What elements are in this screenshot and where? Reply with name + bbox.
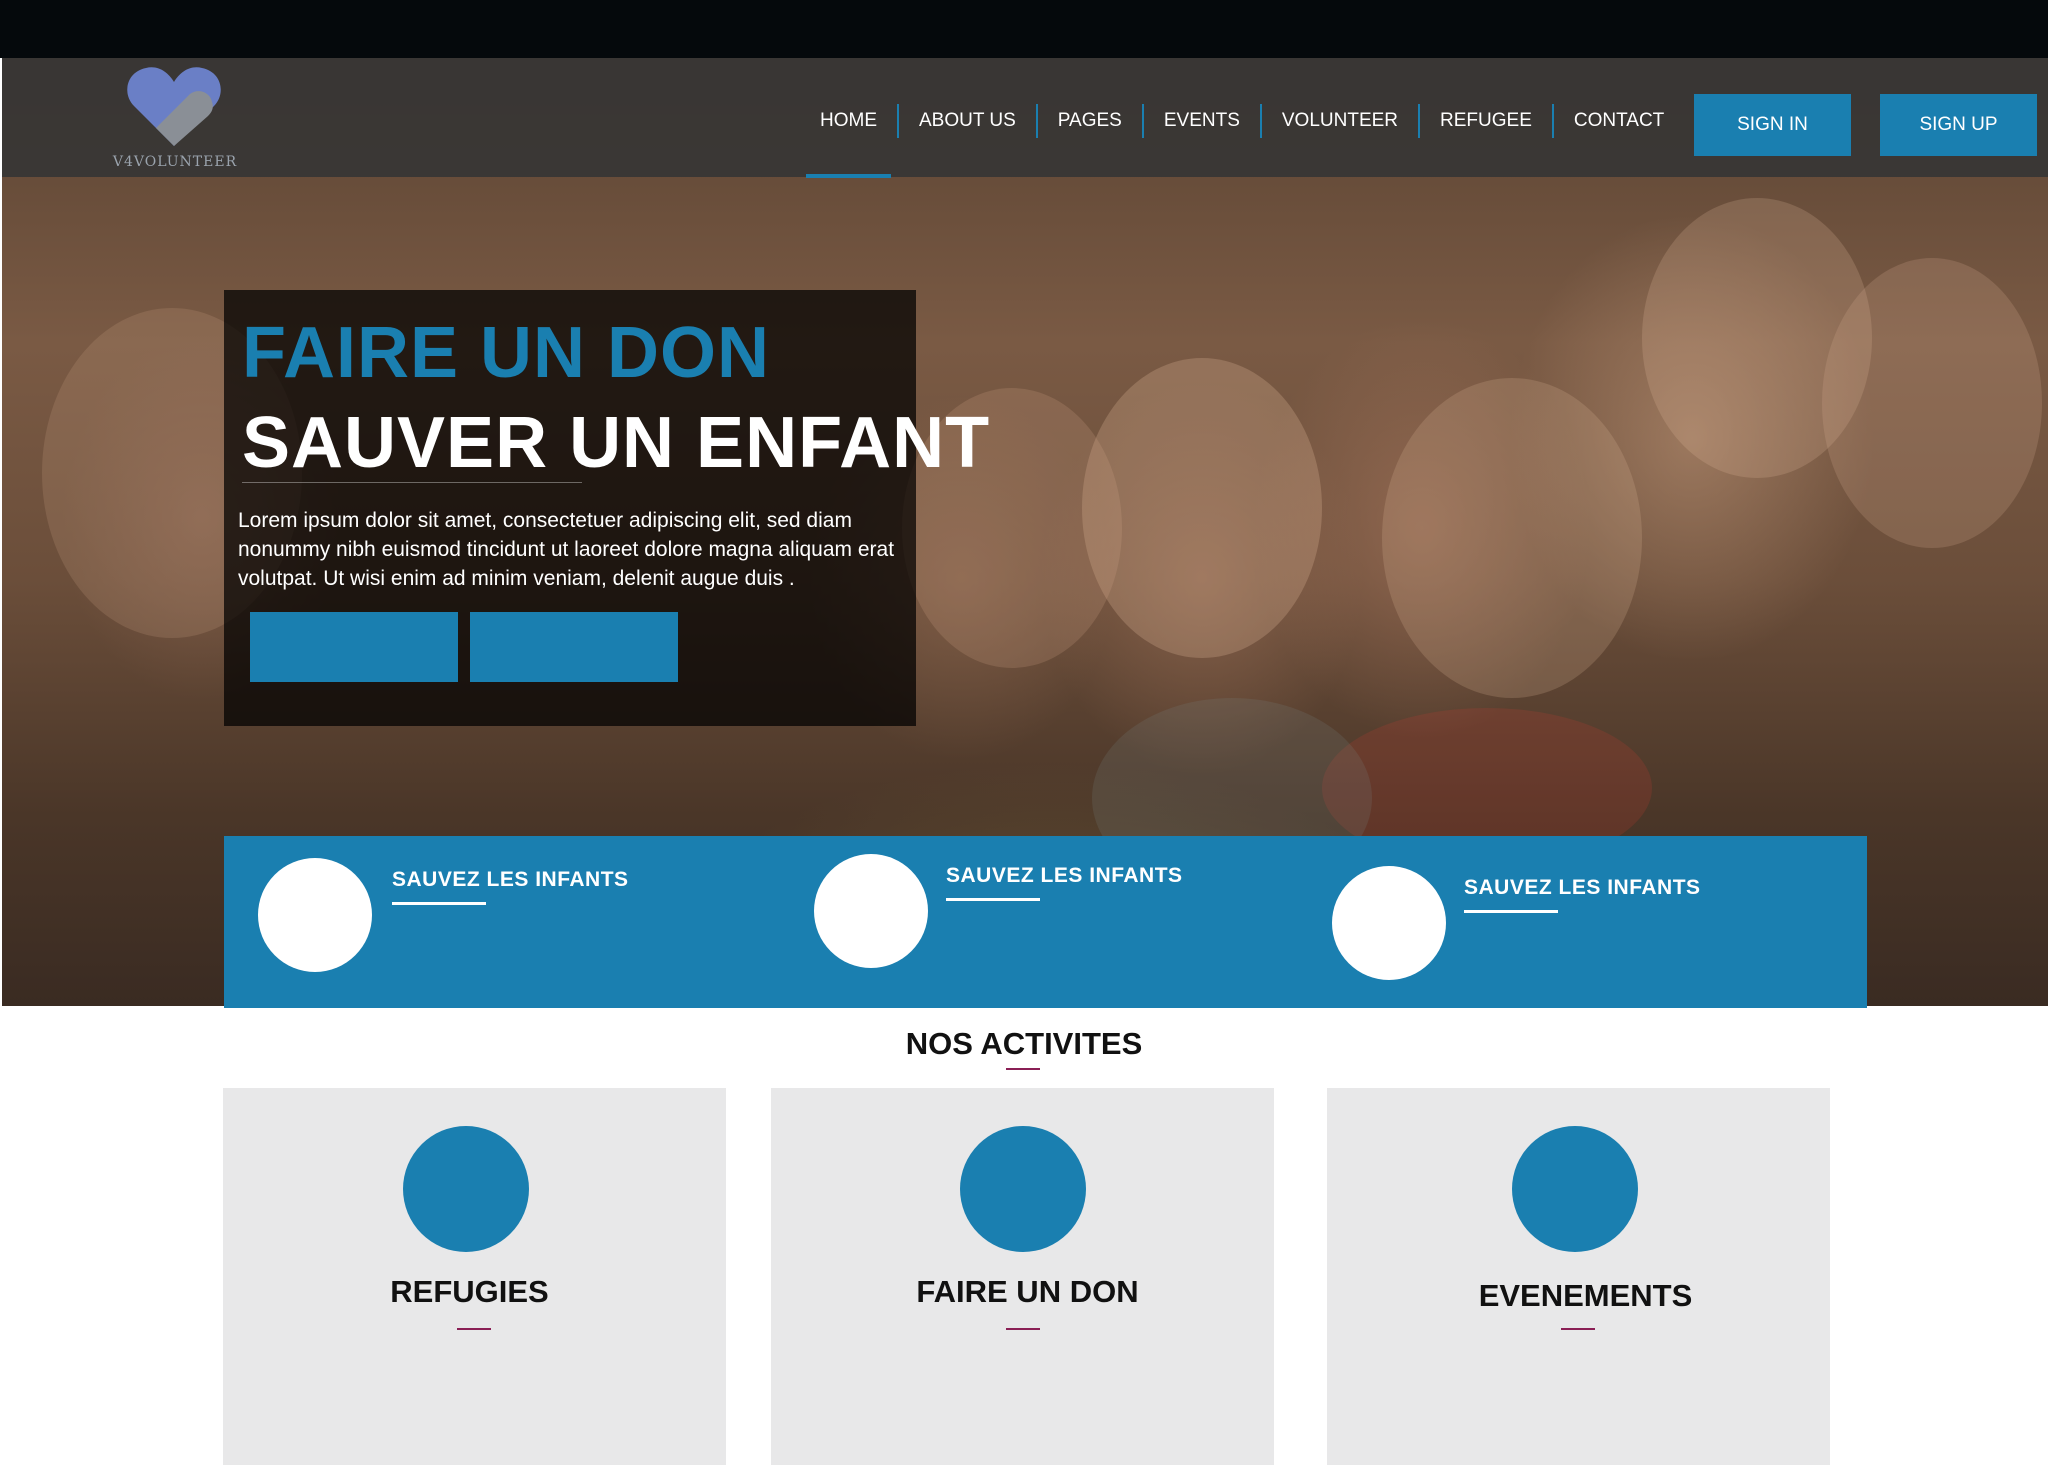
activity-title: REFUGIES bbox=[390, 1274, 549, 1309]
feature-title: SAUVEZ LES INFANTS bbox=[946, 864, 1183, 887]
activities-title-underline bbox=[1006, 1068, 1040, 1070]
feature-title: SAUVEZ LES INFANTS bbox=[392, 868, 629, 891]
activity-icon bbox=[403, 1126, 529, 1252]
feature-item[interactable]: SAUVEZ LES INFANTS bbox=[224, 836, 764, 1008]
feature-underline bbox=[392, 902, 486, 905]
hero-description: Lorem ipsum dolor sit amet, consectetuer… bbox=[238, 509, 895, 590]
hero-promo-box: FAIRE UN DON SAUVER UN ENFANT Lorem ipsu… bbox=[224, 290, 989, 726]
feature-icon bbox=[814, 854, 928, 968]
feature-underline bbox=[946, 898, 1040, 901]
activity-underline bbox=[1561, 1328, 1595, 1330]
logo-text: V4VOLUNTEER bbox=[112, 154, 238, 170]
activity-card-evenements[interactable]: EVENEMENTS bbox=[1327, 1088, 1830, 1465]
feature-item[interactable]: SAUVEZ LES INFANTS bbox=[1304, 836, 1867, 1008]
nav-events[interactable]: EVENTS bbox=[1144, 100, 1260, 142]
hero-figure bbox=[1822, 258, 2042, 548]
hero-primary-button[interactable] bbox=[250, 612, 458, 682]
sign-up-button[interactable]: SIGN UP bbox=[1880, 94, 2037, 156]
logo[interactable]: V4VOLUNTEER bbox=[110, 64, 240, 174]
nav-about-us[interactable]: ABOUT US bbox=[899, 100, 1036, 142]
feature-title: SAUVEZ LES INFANTS bbox=[1464, 876, 1701, 899]
nav-pages[interactable]: PAGES bbox=[1038, 100, 1142, 142]
feature-band: SAUVEZ LES INFANTS SAUVEZ LES INFANTS SA… bbox=[224, 836, 1867, 1008]
activity-underline bbox=[457, 1328, 491, 1330]
hero-divider bbox=[242, 482, 582, 483]
top-black-bar bbox=[0, 0, 2048, 58]
feature-icon bbox=[1332, 866, 1446, 980]
activity-icon bbox=[960, 1126, 1086, 1252]
activity-title: FAIRE UN DON bbox=[916, 1274, 1139, 1309]
heart-icon bbox=[127, 67, 221, 146]
activity-underline bbox=[1006, 1328, 1040, 1330]
feature-item[interactable]: SAUVEZ LES INFANTS bbox=[764, 836, 1304, 1008]
feature-underline bbox=[1464, 910, 1558, 913]
activity-icon bbox=[1512, 1126, 1638, 1252]
hero-figure bbox=[1382, 378, 1642, 698]
nav-volunteer[interactable]: VOLUNTEER bbox=[1262, 100, 1418, 142]
activity-card-don[interactable]: FAIRE UN DON bbox=[771, 1088, 1274, 1465]
activity-title: EVENEMENTS bbox=[1478, 1278, 1693, 1313]
nav-home[interactable]: HOME bbox=[800, 100, 897, 178]
hero-title-save: SAUVER UN ENFANT bbox=[242, 403, 991, 483]
sign-in-button[interactable]: SIGN IN bbox=[1694, 94, 1851, 156]
activity-card-refugies[interactable]: REFUGIES bbox=[223, 1088, 726, 1465]
feature-icon bbox=[258, 858, 372, 972]
main-nav: HOME ABOUT US PAGES EVENTS VOLUNTEER REF… bbox=[800, 100, 1684, 178]
nav-refugee[interactable]: REFUGEE bbox=[1420, 100, 1552, 142]
nav-contact[interactable]: CONTACT bbox=[1554, 100, 1684, 142]
activities-title: NOS ACTIVITES bbox=[905, 1026, 1143, 1061]
hero-secondary-button[interactable] bbox=[470, 612, 678, 682]
hero-title-donate: FAIRE UN DON bbox=[242, 313, 771, 393]
